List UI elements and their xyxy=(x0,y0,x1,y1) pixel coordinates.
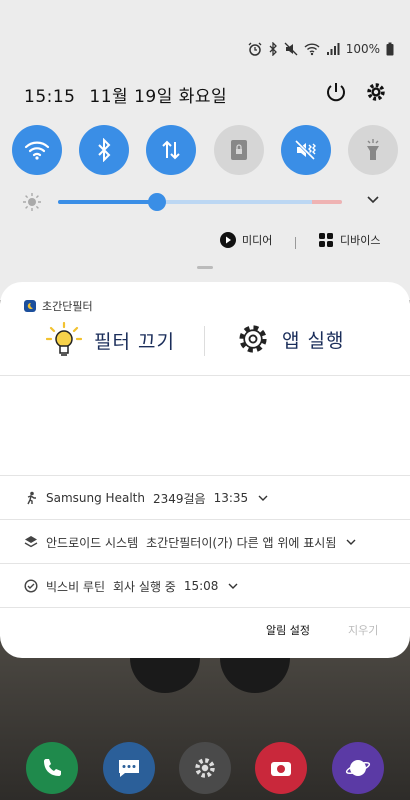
flashlight-tile[interactable] xyxy=(347,125,398,175)
internet-app-icon[interactable] xyxy=(331,742,384,794)
separator xyxy=(0,607,410,608)
separator xyxy=(0,519,410,520)
runner-icon xyxy=(27,491,36,505)
battery-percent: 100% xyxy=(345,42,380,56)
notification-row-samsung-health[interactable]: Samsung Health 2349걸음 13:35 xyxy=(24,488,268,508)
media-label: 미디어 xyxy=(242,234,273,247)
chevron-down-icon[interactable] xyxy=(346,537,356,547)
notification-time: 13:35 xyxy=(213,491,249,505)
app-dock xyxy=(0,742,410,794)
screen-lock-tile[interactable] xyxy=(213,125,264,175)
check-circle-icon xyxy=(24,579,38,593)
wallpaper-shape-left xyxy=(130,655,200,693)
wifi-tile[interactable] xyxy=(12,125,62,175)
notification-card: 초간단필터 필터 끄기 앱 실행 Samsung Health 2349걸음 1… xyxy=(0,282,410,658)
clock[interactable]: 15:15 xyxy=(24,87,76,107)
date[interactable]: 11월 19일 화요일 xyxy=(89,87,227,107)
separator xyxy=(0,475,410,476)
brightness-icon xyxy=(23,193,41,211)
wallpaper-shape-right xyxy=(220,655,290,693)
bluetooth-icon xyxy=(98,138,111,162)
brightness-fill xyxy=(58,200,158,204)
notification-app-header[interactable]: 초간단필터 xyxy=(24,298,93,314)
bluetooth-status-icon xyxy=(269,42,277,56)
moon-app-icon xyxy=(24,300,36,312)
settings-app-icon[interactable] xyxy=(178,742,231,794)
separator xyxy=(0,375,410,376)
date-time: 15:15 11월 19일 화요일 xyxy=(24,82,235,107)
notification-row-android-system[interactable]: 안드로이드 시스템 초간단필터이(가) 다른 앱 위에 표시됨 xyxy=(24,532,356,552)
wifi-icon xyxy=(24,141,50,160)
clear-button[interactable]: 지우기 xyxy=(348,622,378,638)
quick-settings-tiles xyxy=(12,125,398,175)
quick-panel: 100% 15:15 11월 19일 화요일 미디어 디바이스 xyxy=(0,0,410,300)
notification-app: 빅스비 루틴 xyxy=(46,579,106,594)
settings-button[interactable] xyxy=(364,80,388,104)
brightness-control xyxy=(22,190,392,214)
signal-icon xyxy=(326,43,340,55)
notification-actions: 필터 끄기 앱 실행 xyxy=(0,322,410,362)
flashlight-icon xyxy=(366,139,379,160)
mute-vibrate-icon xyxy=(294,139,316,161)
vibrate-tile[interactable] xyxy=(280,125,331,175)
data-arrows-icon xyxy=(162,140,181,160)
devices-grid-icon xyxy=(319,233,333,247)
action-divider xyxy=(204,326,205,356)
notification-text: 2349걸음 xyxy=(152,491,206,506)
messages-app-icon[interactable] xyxy=(102,742,155,794)
play-circle-icon xyxy=(220,232,236,248)
lightbulb-icon xyxy=(46,322,82,356)
run-app-label: 앱 실행 xyxy=(282,329,345,352)
devices-label: 디바이스 xyxy=(340,234,381,247)
devices-button[interactable]: 디바이스 xyxy=(318,232,380,248)
brightness-knob[interactable] xyxy=(148,193,167,211)
notification-text: 초간단필터이(가) 다른 앱 위에 표시됨 xyxy=(146,535,337,550)
lock-icon xyxy=(230,140,247,160)
brightness-high-zone xyxy=(312,200,342,204)
gear-icon xyxy=(367,83,385,101)
run-app-button[interactable]: 앱 실행 xyxy=(236,322,344,356)
gear-icon xyxy=(239,325,267,353)
bluetooth-tile[interactable] xyxy=(79,125,130,175)
alarm-icon xyxy=(248,42,262,56)
mute-status-icon xyxy=(284,42,298,56)
panel-handle[interactable] xyxy=(197,266,213,269)
wifi-status-icon xyxy=(304,43,320,56)
chevron-down-icon[interactable] xyxy=(366,193,380,207)
camera-app-icon[interactable] xyxy=(255,742,308,794)
filter-off-button[interactable]: 필터 끄기 xyxy=(46,322,175,358)
brightness-slider[interactable] xyxy=(58,200,342,204)
separator xyxy=(0,563,410,564)
filter-off-label: 필터 끄기 xyxy=(94,330,175,353)
phone-app-icon[interactable] xyxy=(26,742,79,794)
notification-settings-button[interactable]: 알림 설정 xyxy=(266,622,310,638)
chevron-down-icon[interactable] xyxy=(258,493,268,503)
notification-app-name: 초간단필터 xyxy=(42,300,93,313)
notification-time: 15:08 xyxy=(183,579,219,593)
media-devices-row: 미디어 디바이스 xyxy=(0,232,410,254)
media-divider xyxy=(295,237,296,249)
notification-text: 회사 실행 중 xyxy=(113,579,176,594)
battery-icon xyxy=(386,42,394,56)
notification-app: 안드로이드 시스템 xyxy=(46,535,139,550)
notification-app: Samsung Health xyxy=(46,491,145,505)
layers-icon xyxy=(24,536,38,548)
notification-row-bixby-routines[interactable]: 빅스비 루틴 회사 실행 중 15:08 xyxy=(24,576,238,596)
mobile-data-tile[interactable] xyxy=(146,125,197,175)
media-button[interactable]: 미디어 xyxy=(220,232,272,248)
power-button[interactable] xyxy=(324,80,348,104)
chevron-down-icon[interactable] xyxy=(228,581,238,591)
status-bar: 100% xyxy=(248,42,394,56)
power-icon xyxy=(327,83,345,102)
